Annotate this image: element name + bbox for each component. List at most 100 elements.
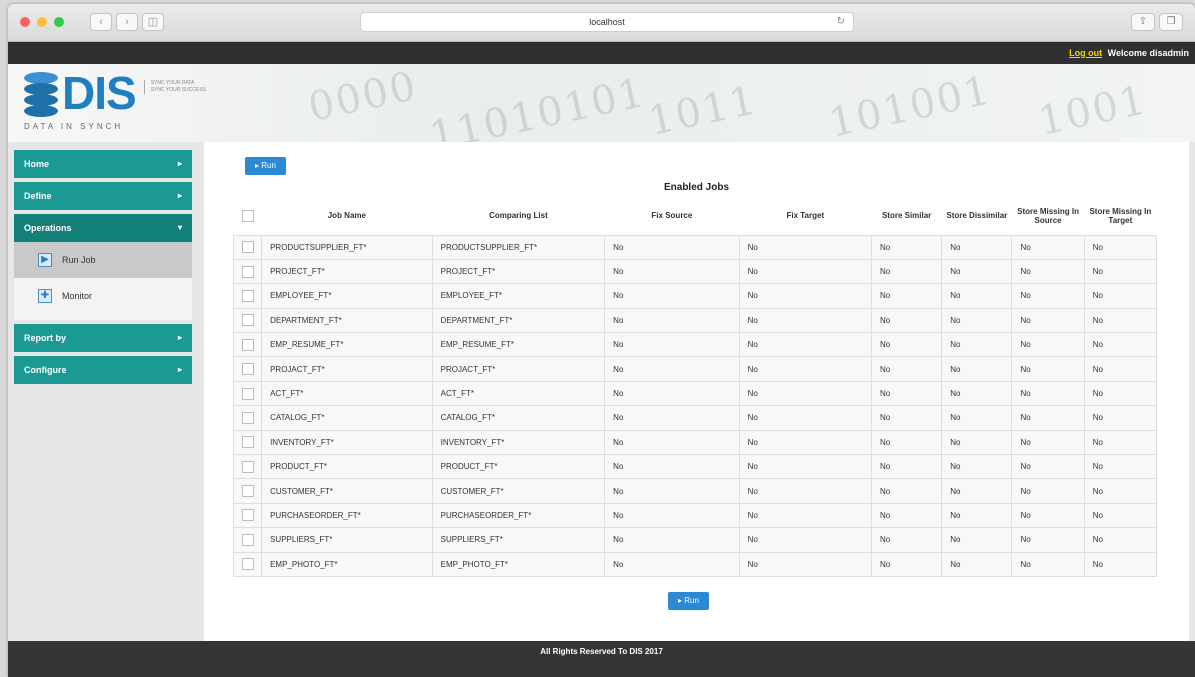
table-cell: No [941, 234, 1013, 260]
table-cell: No [604, 258, 740, 285]
row-checkbox[interactable] [241, 363, 254, 376]
banner-decoration: 11010101 [425, 69, 650, 142]
table-cell: SUPPLIERS_FT* [261, 527, 433, 553]
row-checkbox[interactable] [241, 558, 254, 571]
run-button-top[interactable]: ▸ Run [245, 157, 286, 175]
table-row[interactable]: EMP_PHOTO_FT* EMP_PHOTO_FT* No No No No No No [232, 551, 1158, 577]
table-cell: PROJECT_FT* [261, 258, 433, 285]
table-row[interactable]: ACT_FT* ACT_FT* No No No No No No [232, 380, 1158, 407]
sidebar-item-configure[interactable]: Configure ▸ [14, 356, 192, 384]
table-cell: No [941, 527, 1013, 553]
row-checkbox[interactable] [241, 314, 254, 327]
row-checkbox[interactable] [241, 387, 254, 400]
column-header[interactable]: Store Missing In Target [1084, 197, 1157, 235]
row-checkbox[interactable] [241, 436, 254, 449]
row-select-cell [232, 429, 263, 456]
table-cell: No [1083, 332, 1158, 358]
table-row[interactable]: PRODUCT_FT* PRODUCT_FT* No No No No No No [232, 454, 1158, 480]
welcome-text: Welcome disadmin [1107, 48, 1189, 58]
table-cell: PROJACT_FT* [431, 356, 606, 382]
table-cell: EMPLOYEE_FT* [431, 283, 606, 309]
table-cell: PROJACT_FT* [261, 356, 433, 382]
sidebar-item-home[interactable]: Home ▸ [14, 150, 192, 178]
table-cell: No [604, 478, 740, 504]
table-row[interactable]: INVENTORY_FT* INVENTORY_FT* No No No No No No [232, 429, 1158, 456]
address-bar[interactable]: localhost ↻ [360, 12, 854, 32]
table-cell: No [1083, 307, 1158, 334]
table-row[interactable]: PROJACT_FT* PROJACT_FT* No No No No No No [232, 356, 1158, 382]
row-checkbox[interactable] [241, 533, 254, 546]
table-row[interactable]: EMPLOYEE_FT* EMPLOYEE_FT* No No No No No No [232, 283, 1158, 309]
table-row[interactable]: PROJECT_FT* PROJECT_FT* No No No No No No [232, 258, 1158, 285]
forward-icon[interactable]: › [116, 13, 138, 31]
table-cell: No [941, 332, 1013, 358]
table-cell: No [1083, 234, 1158, 260]
column-header[interactable]: Fix Target [739, 197, 872, 235]
row-checkbox[interactable] [241, 509, 254, 522]
row-checkbox[interactable] [241, 411, 254, 424]
table-row[interactable]: SUPPLIERS_FT* SUPPLIERS_FT* No No No No No No [232, 527, 1158, 553]
table-row[interactable]: CUSTOMER_FT* CUSTOMER_FT* No No No No No No [232, 478, 1158, 504]
chevron-right-icon: ▸ [177, 191, 182, 200]
sidebar-item-report-by[interactable]: Report by ▸ [14, 324, 192, 352]
table-cell: No [1083, 478, 1158, 504]
table-row[interactable]: PURCHASEORDER_FT* PURCHASEORDER_FT* No No No… [232, 502, 1158, 529]
table-row[interactable]: DEPARTMENT_FT* DEPARTMENT_FT* No No No No No No [232, 307, 1158, 334]
row-checkbox[interactable] [241, 460, 254, 473]
sidebar-item-label: Home [24, 159, 50, 169]
table-cell: No [1011, 527, 1085, 553]
browser-nav: ‹ › ◫ [90, 13, 164, 31]
table-row[interactable]: CATALOG_FT* CATALOG_FT* No No No No No No [232, 405, 1158, 431]
table-cell: No [1011, 258, 1085, 285]
logo[interactable]: DIS SYNC YOUR DATA SYNC YOUR SUCCESS DAT… [24, 70, 206, 131]
table-cell: EMP_PHOTO_FT* [261, 551, 433, 577]
tabs-icon[interactable]: ❐ [1159, 13, 1183, 31]
table-cell: No [871, 429, 943, 456]
table-cell: INVENTORY_FT* [261, 429, 433, 456]
run-label: Run [261, 161, 276, 170]
table-row[interactable]: EMP_RESUME_FT* EMP_RESUME_FT* No No No No No No [232, 332, 1158, 358]
column-header[interactable]: Store Dissimilar [941, 197, 1012, 235]
table-cell: No [871, 356, 943, 382]
sidebar-item-define[interactable]: Define ▸ [14, 182, 192, 210]
logout-link[interactable]: Log out [1069, 48, 1102, 58]
close-window-button[interactable] [20, 17, 30, 27]
column-header[interactable]: Fix Source [604, 197, 740, 235]
sidebar-subitem-run-job[interactable]: ▶ Run Job [14, 242, 192, 278]
column-header[interactable]: Store Similar [871, 197, 942, 235]
table-cell: No [871, 502, 943, 529]
operations-submenu: ▶ Run Job ✚ Monitor [14, 242, 192, 320]
reload-icon[interactable]: ↻ [837, 13, 845, 31]
sidebar-item-label: Define [24, 191, 52, 201]
table-row[interactable]: PRODUCTSUPPLIER_FT* PRODUCTSUPPLIER_FT* No… [232, 234, 1158, 260]
sidebar-item-operations[interactable]: Operations ▾ [14, 214, 192, 242]
table-title: Enabled Jobs [663, 182, 729, 193]
column-header[interactable]: Job Name [261, 197, 433, 235]
row-checkbox[interactable] [241, 485, 254, 498]
row-checkbox[interactable] [241, 338, 254, 351]
table-cell: PROJECT_FT* [431, 258, 606, 285]
row-checkbox[interactable] [241, 289, 254, 302]
share-icon[interactable]: ⇧ [1131, 13, 1155, 31]
maximize-window-button[interactable] [54, 17, 64, 27]
row-checkbox[interactable] [241, 241, 254, 254]
column-header[interactable]: Comparing List [432, 197, 605, 235]
table-cell: No [871, 307, 943, 334]
table-cell: No [604, 283, 740, 309]
table-cell: No [941, 258, 1013, 285]
sidebar-toggle-icon[interactable]: ◫ [142, 13, 164, 31]
minimize-window-button[interactable] [37, 17, 47, 27]
table-cell: No [871, 380, 943, 407]
table-cell: No [738, 429, 873, 456]
sidebar-subitem-monitor[interactable]: ✚ Monitor [14, 278, 192, 314]
table-cell: PRODUCTSUPPLIER_FT* [431, 234, 606, 260]
back-icon[interactable]: ‹ [90, 13, 112, 31]
chevron-right-icon: ▸ [177, 159, 182, 168]
row-checkbox[interactable] [241, 265, 254, 278]
run-button-bottom[interactable]: ▸ Run [668, 592, 709, 610]
table-cell: No [738, 283, 873, 309]
monitor-icon: ✚ [38, 289, 52, 303]
column-header[interactable]: Store Missing In Source [1011, 197, 1085, 235]
row-select-cell [232, 454, 263, 480]
select-all-checkbox[interactable] [241, 209, 254, 222]
